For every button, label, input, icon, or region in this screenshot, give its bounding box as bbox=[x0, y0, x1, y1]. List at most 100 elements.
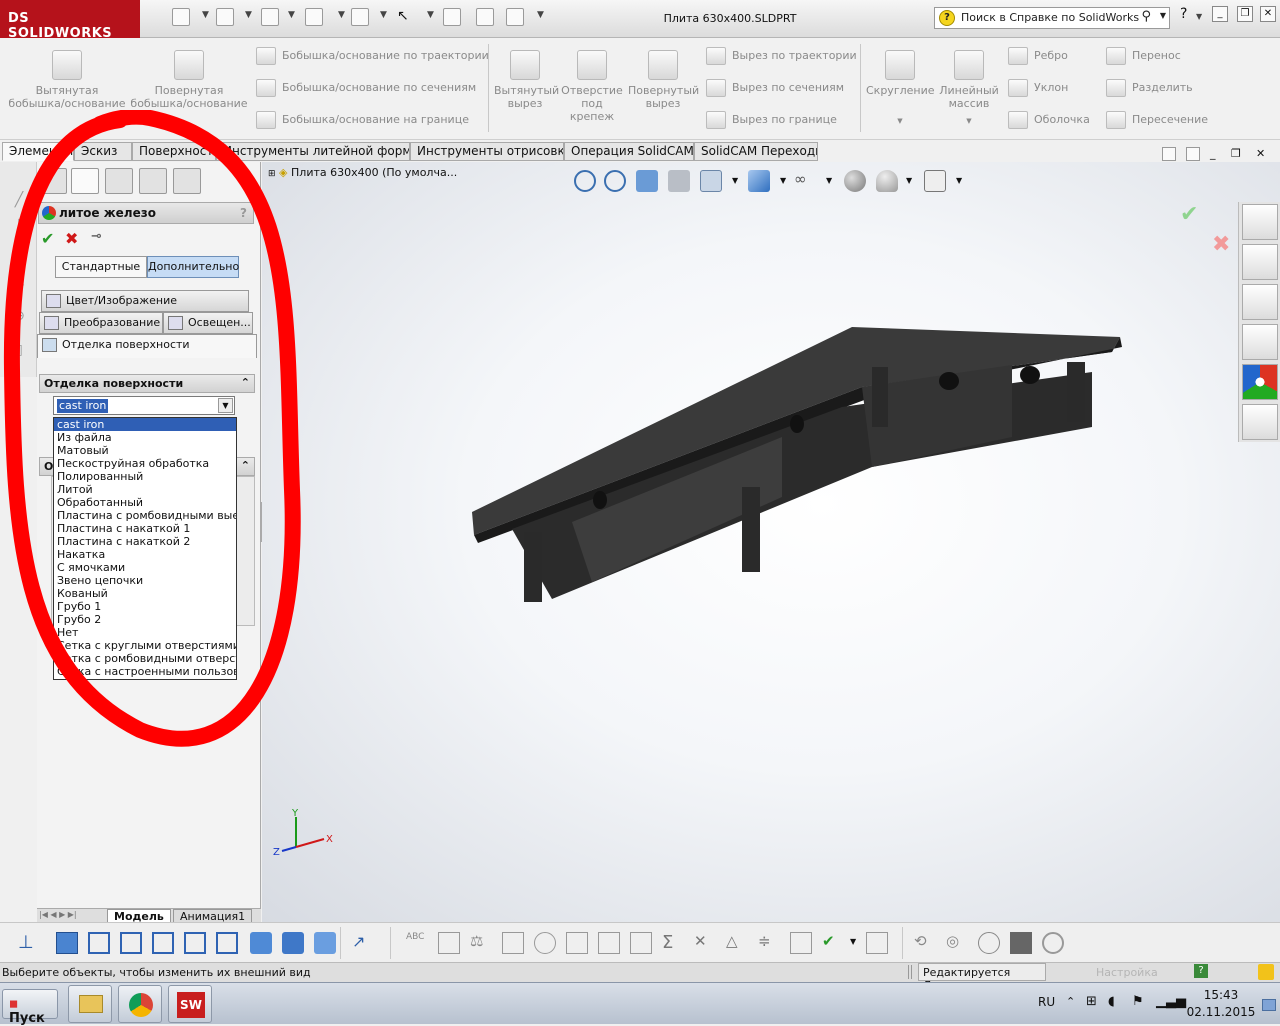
view-right-icon[interactable] bbox=[152, 932, 174, 954]
advanced-mode-button[interactable]: Дополнительно bbox=[147, 256, 239, 278]
dropdown-option[interactable]: Обработанный bbox=[54, 496, 236, 509]
boundary-cut-button[interactable]: Вырез по границе bbox=[706, 110, 837, 130]
view-settings-icon[interactable] bbox=[924, 170, 946, 192]
dropdown-option[interactable]: Пескоструйная обработка bbox=[54, 457, 236, 470]
tab-animation[interactable]: Анимация1 bbox=[173, 909, 253, 923]
fillet-button[interactable]: Скругление ▼ bbox=[866, 50, 935, 128]
file-properties-icon[interactable] bbox=[476, 8, 494, 26]
view-palette-icon[interactable] bbox=[1242, 324, 1278, 360]
cancel-x-icon[interactable]: ✖ bbox=[65, 229, 78, 248]
dropdown-option[interactable]: cast iron bbox=[54, 418, 236, 431]
help-menu[interactable]: ? bbox=[1180, 6, 1187, 22]
help-icon[interactable]: ? bbox=[1194, 964, 1208, 978]
sweep-cut-button[interactable]: Вырез по траектории bbox=[706, 46, 857, 66]
refresh-icon[interactable] bbox=[1042, 932, 1064, 954]
settings-label[interactable]: Настройка bbox=[1096, 966, 1158, 979]
tab-model[interactable]: Модель bbox=[107, 909, 171, 923]
chrome-taskbar-icon[interactable] bbox=[118, 985, 162, 1023]
dropdown-option[interactable]: Пластина с накаткой 1 bbox=[54, 522, 236, 535]
draft-button[interactable]: Уклон bbox=[1008, 78, 1068, 98]
expand-icon[interactable]: ⊞ bbox=[268, 169, 276, 179]
move-button[interactable]: Перенос bbox=[1106, 46, 1181, 66]
zoom-to-area-icon[interactable] bbox=[604, 170, 626, 192]
dropdown-option[interactable]: Сетка с круглыми отверстиями bbox=[54, 639, 236, 652]
intersect-button[interactable]: Пересечение bbox=[1106, 110, 1208, 130]
standard-mode-button[interactable]: Стандартные bbox=[55, 256, 147, 278]
dropdown-option[interactable]: Литой bbox=[54, 483, 236, 496]
search-icon[interactable]: ⚲ bbox=[1141, 9, 1151, 24]
rib-button[interactable]: Ребро bbox=[1008, 46, 1068, 66]
restore-icon[interactable]: ❐ bbox=[1237, 6, 1253, 22]
dropdown-option[interactable]: Матовый bbox=[54, 444, 236, 457]
point-icon[interactable]: ✳ bbox=[10, 278, 28, 296]
tab-sketch[interactable]: Эскиз bbox=[74, 142, 132, 161]
view-front-icon[interactable] bbox=[56, 932, 78, 954]
viewport-split-icon[interactable] bbox=[1186, 147, 1200, 161]
zoom-to-fit-icon[interactable] bbox=[574, 170, 596, 192]
tab-features[interactable]: Элементы bbox=[2, 142, 74, 161]
display-manager-tab[interactable] bbox=[173, 168, 201, 194]
tab-mold-tools[interactable]: Инструменты литейной формы bbox=[216, 142, 410, 161]
select-pointer-icon[interactable]: ↖ bbox=[397, 8, 415, 26]
checkmark-circle-icon[interactable] bbox=[978, 932, 1000, 954]
equations-icon[interactable]: Σ bbox=[662, 932, 684, 954]
chevron-down-icon[interactable]: ▼ bbox=[780, 176, 786, 185]
surface-finish-group-header[interactable]: Отделка поверхности ⌃ bbox=[39, 374, 255, 393]
revolve-boss-button[interactable]: Повернутая бобышка/основание bbox=[128, 50, 250, 110]
undo-icon[interactable] bbox=[351, 8, 369, 26]
viewport-tile-icon[interactable] bbox=[1162, 147, 1176, 161]
new-file-icon[interactable] bbox=[172, 8, 190, 26]
view-orientation-icon[interactable] bbox=[700, 170, 722, 192]
dropdown-option[interactable]: Кованый bbox=[54, 587, 236, 600]
spell-check-icon[interactable]: ABC bbox=[406, 932, 428, 954]
design-checker-icon[interactable] bbox=[790, 932, 812, 954]
line-icon[interactable]: ╱ bbox=[10, 192, 28, 210]
collapse-icon[interactable]: ⌃ bbox=[241, 459, 250, 472]
language-indicator[interactable]: RU bbox=[1038, 995, 1055, 1009]
minimize-icon[interactable]: _ bbox=[1212, 6, 1228, 22]
configuration-manager-tab[interactable] bbox=[105, 168, 133, 194]
apply-scene-icon[interactable] bbox=[876, 170, 898, 192]
shell-button[interactable]: Оболочка bbox=[1008, 110, 1090, 130]
split-button[interactable]: Разделить bbox=[1106, 78, 1193, 98]
statistics-icon[interactable] bbox=[566, 932, 588, 954]
help-icon[interactable]: ? bbox=[240, 206, 247, 220]
view-top-icon[interactable] bbox=[184, 932, 206, 954]
dropdown-option[interactable]: Из файла bbox=[54, 431, 236, 444]
isometric-icon[interactable] bbox=[250, 932, 272, 954]
tray-expand-icon[interactable]: ⌃ bbox=[1066, 995, 1075, 1008]
chevron-down-icon[interactable]: ▼ bbox=[537, 10, 544, 20]
confirm-checkmark-icon[interactable]: ✔ bbox=[1180, 202, 1198, 227]
axis-icon[interactable]: │ bbox=[10, 220, 28, 238]
chevron-down-icon[interactable]: ▼ bbox=[956, 176, 962, 185]
dropdown-option[interactable]: Нет bbox=[54, 626, 236, 639]
loft-boss-button[interactable]: Бобышка/основание по сечениям bbox=[256, 78, 476, 98]
hole-wizard-button[interactable]: Отверстие под крепеж bbox=[560, 50, 624, 123]
notification-icon[interactable] bbox=[1258, 964, 1274, 980]
chevron-down-icon[interactable]: ▼ bbox=[866, 115, 934, 128]
wizard-icon[interactable]: ⟲ bbox=[914, 932, 936, 954]
previous-view-icon[interactable] bbox=[636, 170, 658, 192]
dropdown-option[interactable]: Грубо 1 bbox=[54, 600, 236, 613]
reference-geometry-icon[interactable]: ⊕ bbox=[10, 308, 28, 326]
collapse-icon[interactable]: ⌃ bbox=[241, 376, 250, 389]
dropdown-option[interactable]: Пластина с ромбовидными выемками bbox=[54, 509, 236, 522]
doc-restore-icon[interactable]: ❐ bbox=[1231, 147, 1241, 160]
doc-close-icon[interactable]: ✕ bbox=[1256, 147, 1265, 160]
dropdown-option[interactable]: С ямочками bbox=[54, 561, 236, 574]
volume-icon[interactable]: ◖ bbox=[1108, 994, 1115, 1009]
chevron-down-icon[interactable]: ▼ bbox=[850, 937, 856, 946]
design-library-icon[interactable] bbox=[1242, 244, 1278, 280]
appearances-scenes-icon[interactable] bbox=[1242, 364, 1278, 400]
solidworks-logo[interactable]: DS SOLIDWORKS bbox=[0, 0, 140, 41]
chevron-down-icon[interactable]: ▼ bbox=[732, 176, 738, 185]
dropdown-option[interactable]: Грубо 2 bbox=[54, 613, 236, 626]
options-icon[interactable] bbox=[506, 8, 524, 26]
dimetric-icon[interactable] bbox=[314, 932, 336, 954]
draft-analysis-icon[interactable]: △ bbox=[726, 932, 748, 954]
trimetric-icon[interactable] bbox=[282, 932, 304, 954]
solidworks-taskbar-icon[interactable]: SW bbox=[168, 985, 212, 1023]
simulation-icon[interactable] bbox=[534, 932, 556, 954]
network-icon[interactable]: ▁▃▅ bbox=[1156, 994, 1186, 1009]
clock-date[interactable]: 02.11.2015 bbox=[1186, 1005, 1256, 1019]
